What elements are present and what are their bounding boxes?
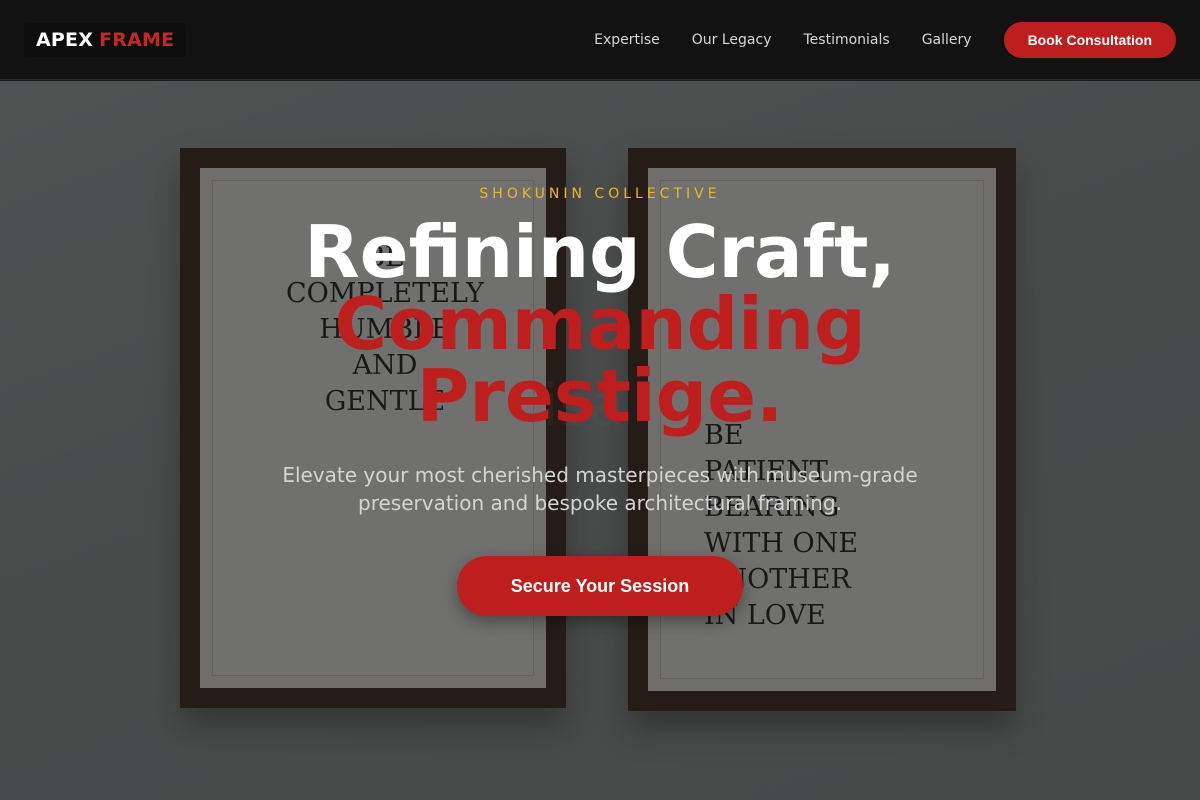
nav-link-our-legacy[interactable]: Our Legacy: [692, 32, 772, 48]
headline-line-2: Commanding Prestige.: [334, 282, 866, 438]
book-consultation-button[interactable]: Book Consultation: [1003, 21, 1176, 58]
brand-word-accent: FRAME: [99, 28, 175, 51]
nav-link-testimonials[interactable]: Testimonials: [804, 32, 890, 48]
hero-subtitle: Elevate your most cherished masterpieces…: [282, 463, 918, 515]
brand-word-primary: APEX: [36, 28, 94, 51]
nav-link-gallery[interactable]: Gallery: [922, 32, 972, 48]
nav-link-expertise[interactable]: Expertise: [594, 32, 660, 48]
main-nav: Expertise Our Legacy Testimonials Galler…: [562, 21, 1176, 58]
top-navbar: APEX FRAME Expertise Our Legacy Testimon…: [0, 0, 1200, 80]
secure-session-button[interactable]: Secure Your Session: [457, 556, 743, 616]
brand-logo[interactable]: APEX FRAME: [24, 22, 187, 57]
hero-headline: Refining Craft, Commanding Prestige.: [200, 216, 1000, 432]
hero-content: SHOKUNIN COLLECTIVE Refining Craft, Comm…: [0, 81, 1200, 800]
hero-eyebrow: SHOKUNIN COLLECTIVE: [479, 186, 721, 202]
